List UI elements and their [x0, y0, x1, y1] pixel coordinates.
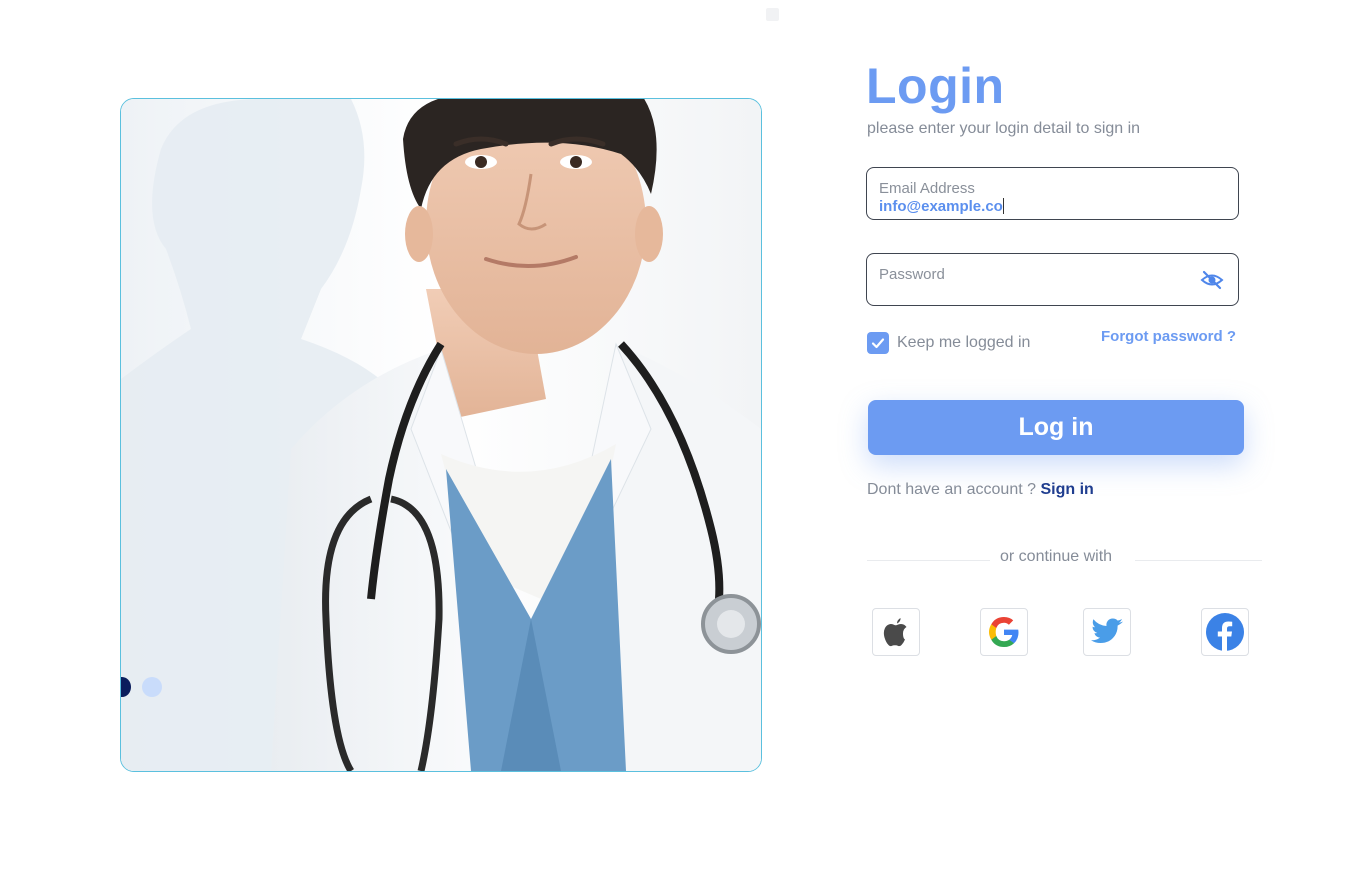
password-field-label: Password — [879, 266, 945, 283]
sign-in-link[interactable]: Sign in — [1040, 481, 1093, 498]
google-login-button[interactable] — [980, 608, 1028, 656]
hero-image-card — [120, 98, 762, 772]
divider-line-left — [867, 560, 990, 561]
apple-login-button[interactable] — [872, 608, 920, 656]
carousel-dot[interactable] — [142, 677, 162, 697]
signup-prompt: Dont have an account ? — [867, 481, 1037, 498]
twitter-icon — [1091, 618, 1123, 643]
email-input-value: info@example.co — [879, 198, 1003, 215]
email-input[interactable]: info@example.co — [879, 198, 1179, 215]
page-subtitle: please enter your login detail to sign i… — [867, 120, 1141, 137]
email-field[interactable]: Email Address info@example.co — [866, 167, 1239, 220]
remember-me[interactable]: Keep me logged in — [867, 332, 1030, 354]
doctor-illustration — [121, 99, 761, 771]
twitter-login-button[interactable] — [1083, 608, 1131, 656]
divider-line-right — [1135, 560, 1262, 561]
carousel-dot-active[interactable] — [121, 677, 131, 697]
page-title: Login — [866, 58, 1005, 114]
top-decoration — [766, 8, 779, 21]
eye-off-icon[interactable] — [1200, 268, 1224, 292]
apple-icon — [883, 618, 907, 647]
signup-row: Dont have an account ? Sign in — [867, 481, 1094, 499]
password-field[interactable]: Password — [866, 253, 1239, 306]
carousel-dots — [121, 677, 181, 699]
remember-checkbox[interactable] — [867, 332, 889, 354]
login-button[interactable]: Log in — [868, 400, 1244, 455]
google-icon — [989, 617, 1019, 647]
divider-text: or continue with — [1000, 548, 1113, 565]
forgot-password-link[interactable]: Forgot password ? — [1101, 328, 1236, 345]
check-icon — [871, 338, 885, 349]
text-caret — [1002, 198, 1004, 214]
facebook-login-button[interactable] — [1201, 608, 1249, 656]
facebook-icon — [1206, 613, 1244, 651]
remember-label: Keep me logged in — [897, 334, 1031, 351]
email-field-label: Email Address — [879, 180, 975, 197]
